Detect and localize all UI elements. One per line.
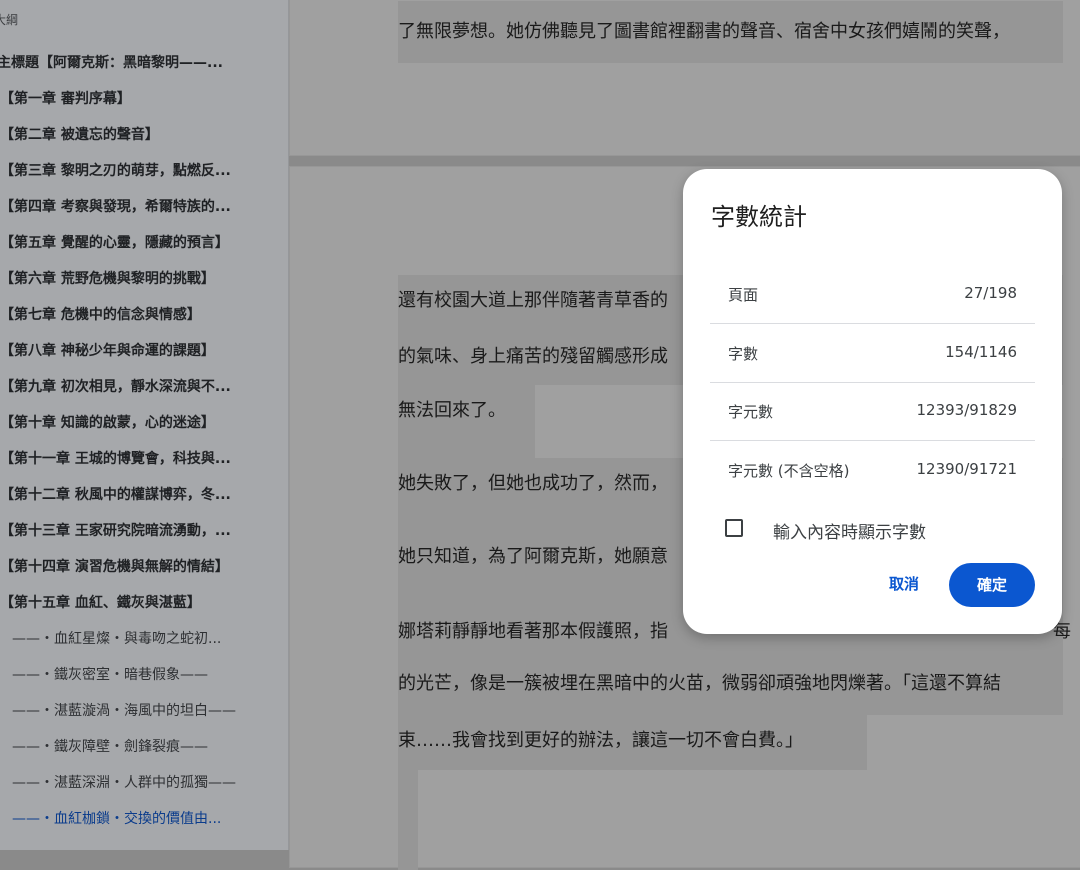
cancel-button[interactable]: 取消	[873, 564, 935, 604]
stat-label: 頁面	[728, 286, 759, 304]
outline-item-chapter[interactable]: 【第五章 覺醒的心靈，隱藏的預言】	[0, 225, 288, 261]
outline-item-section[interactable]: ——・湛藍漩渦・海風中的坦白——	[0, 693, 288, 729]
outline-item-chapter[interactable]: 【第十一章 王城的博覽會，科技與...	[0, 441, 288, 477]
outline-item-chapter[interactable]: 【第十三章 王家研究院暗流湧動，...	[0, 513, 288, 549]
outline-item-chapter[interactable]: 【第三章 黎明之刃的萌芽，點燃反...	[0, 153, 288, 189]
stat-value: 12390/91721	[916, 460, 1018, 478]
outline-item-chapter[interactable]: 【第十四章 演習危機與無解的情結】	[0, 549, 288, 585]
ok-button[interactable]: 確定	[949, 563, 1035, 607]
outline-item-section-active[interactable]: ——・血紅枷鎖・交換的價值由...	[0, 801, 288, 837]
outline-sidebar: 大綱 主標題【阿爾克斯：黑暗黎明——... 【第一章 審判序幕】 【第二章 被遺…	[0, 0, 289, 850]
stat-value: 154/1146	[945, 343, 1017, 361]
outline-item-chapter[interactable]: 【第十二章 秋風中的權謀博弈，冬...	[0, 477, 288, 513]
outline-item-chapter[interactable]: 【第六章 荒野危機與黎明的挑戰】	[0, 261, 288, 297]
text-line: 無法回來了。	[398, 400, 506, 421]
text-line: 她只知道，為了阿爾克斯，她願意	[398, 546, 668, 567]
checkbox-label: 輸入內容時顯示字數	[773, 523, 926, 543]
outline-label: 大綱	[0, 13, 19, 27]
stat-row-words: 字數 154/1146	[710, 325, 1035, 383]
outline-item-chapter[interactable]: 【第一章 審判序幕】	[0, 81, 288, 117]
stat-row-characters: 字元數 12393/91829	[710, 383, 1035, 441]
outline-item-chapter[interactable]: 【第二章 被遺忘的聲音】	[0, 117, 288, 153]
outline-item-chapter[interactable]: 【第九章 初次相見，靜水深流與不...	[0, 369, 288, 405]
outline-item-title[interactable]: 主標題【阿爾克斯：黑暗黎明——...	[0, 45, 288, 81]
stat-row-pages: 頁面 27/198	[710, 266, 1035, 324]
text-line: 了無限夢想。她仿佛聽見了圖書館裡翻書的聲音、宿舍中女孩們嬉鬧的笑聲，	[398, 21, 1010, 42]
text-line: 還有校園大道上那伴隨著青草香的	[398, 290, 668, 311]
stat-row-characters-no-spaces: 字元數 (不含空格) 12390/91721	[710, 442, 1035, 500]
outline-item-chapter[interactable]: 【第八章 神秘少年與命運的課題】	[0, 333, 288, 369]
document-page[interactable]: 了無限夢想。她仿佛聽見了圖書館裡翻書的聲音、宿舍中女孩們嬉鬧的笑聲，	[289, 0, 1080, 156]
text-line: 的光芒，像是一簇被埋在黑暗中的火苗，微弱卻頑強地閃爍著。「這還不算結	[398, 673, 1001, 694]
text-line: 娜塔莉靜靜地看著那本假護照，指	[398, 621, 668, 642]
outline-item-chapter[interactable]: 【第十五章 血紅、鐵灰與湛藍】	[0, 585, 288, 621]
outline-item-section[interactable]: ——・鐵灰障壁・劍鋒裂痕——	[0, 729, 288, 765]
text-line: 她失敗了，但她也成功了，然而，	[398, 473, 668, 494]
outline-item-chapter[interactable]: 【第十章 知識的啟蒙，心的迷途】	[0, 405, 288, 441]
stat-value: 12393/91829	[916, 401, 1018, 419]
outline-item-chapter[interactable]: 【第七章 危機中的信念與情感】	[0, 297, 288, 333]
dialog-title: 字數統計	[711, 203, 807, 231]
stat-label: 字元數 (不含空格)	[728, 462, 850, 480]
outline-list: 主標題【阿爾克斯：黑暗黎明——... 【第一章 審判序幕】 【第二章 被遺忘的聲…	[0, 45, 288, 837]
outline-item-section[interactable]: ——・湛藍深淵・人群中的孤獨——	[0, 765, 288, 801]
word-count-dialog: 字數統計 頁面 27/198 字數 154/1146 字元數 12393/918…	[683, 169, 1062, 634]
outline-item-chapter[interactable]: 【第四章 考察與發現，希爾特族的...	[0, 189, 288, 225]
selection-highlight	[398, 770, 418, 870]
text-line: 束……我會找到更好的辦法，讓這一切不會白費。」	[398, 730, 803, 751]
outline-item-section[interactable]: ——・鐵灰密室・暗巷假象——	[0, 657, 288, 693]
outline-item-section[interactable]: ——・血紅星燦・與毒吻之蛇初...	[0, 621, 288, 657]
show-word-count-checkbox[interactable]	[725, 519, 743, 537]
stat-label: 字數	[728, 345, 759, 363]
text-line: 的氣味、身上痛苦的殘留觸感形成	[398, 346, 668, 367]
stat-value: 27/198	[964, 284, 1017, 302]
stat-label: 字元數	[728, 403, 774, 421]
